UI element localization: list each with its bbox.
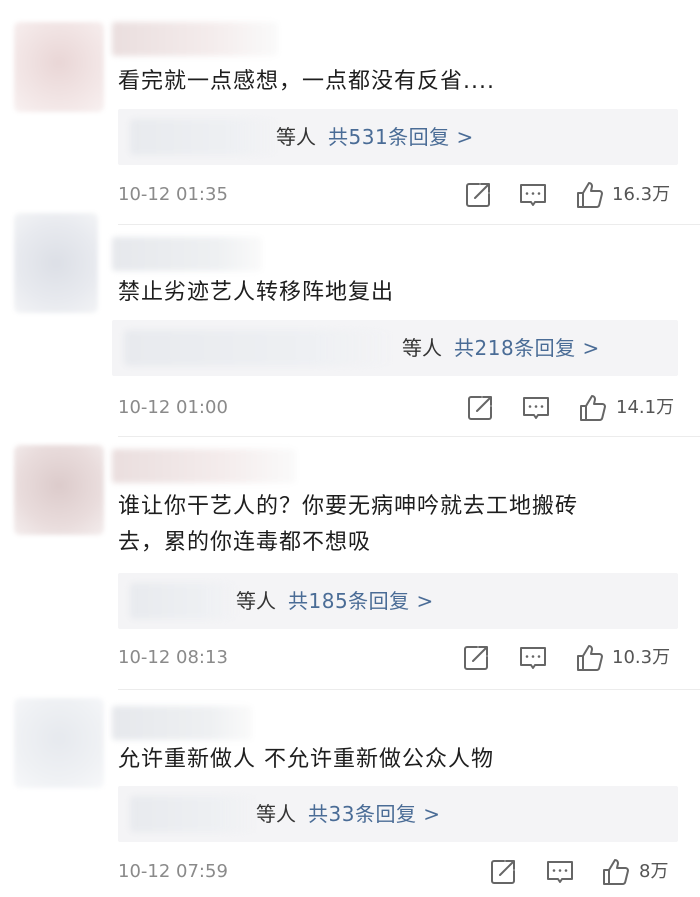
- comment-text: 允许重新做人 不允许重新做公众人物: [118, 747, 494, 772]
- username-blurred[interactable]: [112, 706, 252, 740]
- replies-summary[interactable]: 等人 共218条回复 >: [402, 320, 600, 376]
- comment-icon[interactable]: [518, 180, 548, 210]
- thumbs-up-icon[interactable]: [575, 180, 605, 210]
- username-blurred[interactable]: [112, 449, 296, 483]
- comment-text: 谁让你干艺人的？你要无病呻吟就去工地搬砖 去，累的你连毒都不想吸: [118, 489, 682, 561]
- thumbs-up-icon[interactable]: [575, 643, 605, 673]
- comment-meta: 10-12 01:35 16.3万: [118, 180, 680, 210]
- replies-suffix: 等人: [402, 336, 442, 360]
- comment-text: 禁止劣迹艺人转移阵地复出: [118, 280, 395, 305]
- like-count: 16.3万: [612, 184, 671, 205]
- comment-text-line: 谁让你干艺人的？你要无病呻吟就去工地搬砖: [118, 494, 579, 519]
- replies-summary[interactable]: 等人 共33条回复 >: [256, 786, 441, 842]
- share-icon[interactable]: [463, 180, 493, 210]
- replies-preview[interactable]: 等人 共218条回复 >: [112, 320, 678, 376]
- replies-preview[interactable]: 等人 共33条回复 >: [118, 786, 678, 842]
- share-icon[interactable]: [461, 643, 491, 673]
- username-blurred[interactable]: [112, 22, 278, 56]
- avatar[interactable]: [14, 445, 104, 535]
- username-blurred[interactable]: [112, 237, 262, 271]
- replies-suffix: 等人: [236, 589, 276, 613]
- like-count: 10.3万: [612, 647, 671, 668]
- view-replies-link[interactable]: 共531条回复 >: [328, 125, 474, 149]
- replier-names-blurred: [130, 119, 280, 155]
- timestamp: 10-12 01:00: [118, 397, 228, 418]
- comment-item: 允许重新做人 不允许重新做公众人物 等人 共33条回复 > 10-12 07:59…: [0, 690, 700, 897]
- share-icon[interactable]: [488, 857, 518, 887]
- replies-summary[interactable]: 等人 共531条回复 >: [276, 109, 474, 165]
- comment-text: 看完就一点感想，一点都没有反省....: [118, 69, 495, 94]
- replies-summary[interactable]: 等人 共185条回复 >: [236, 573, 434, 629]
- thumbs-up-icon[interactable]: [578, 393, 608, 423]
- timestamp: 10-12 08:13: [118, 647, 228, 668]
- comment-icon[interactable]: [521, 393, 551, 423]
- replies-preview[interactable]: 等人 共531条回复 >: [118, 109, 678, 165]
- share-icon[interactable]: [465, 393, 495, 423]
- comment-item: 谁让你干艺人的？你要无病呻吟就去工地搬砖 去，累的你连毒都不想吸 等人 共185条…: [0, 437, 700, 690]
- avatar[interactable]: [14, 213, 98, 313]
- comment-text-line: 去，累的你连毒都不想吸: [118, 530, 372, 555]
- timestamp: 10-12 07:59: [118, 861, 228, 882]
- replier-names-blurred: [130, 583, 238, 619]
- comment-icon[interactable]: [545, 857, 575, 887]
- replier-names-blurred: [124, 330, 394, 366]
- comment-item: 看完就一点感想，一点都没有反省.... 等人 共531条回复 > 10-12 01…: [0, 0, 700, 225]
- view-replies-link[interactable]: 共33条回复 >: [308, 802, 441, 826]
- comment-item: 禁止劣迹艺人转移阵地复出 等人 共218条回复 > 10-12 01:00 14.…: [0, 213, 700, 445]
- comment-icon[interactable]: [518, 643, 548, 673]
- like-count: 8万: [639, 861, 669, 882]
- replies-preview[interactable]: 等人 共185条回复 >: [118, 573, 678, 629]
- avatar[interactable]: [14, 698, 104, 788]
- view-replies-link[interactable]: 共218条回复 >: [454, 336, 600, 360]
- replier-names-blurred: [130, 796, 258, 832]
- comment-meta: 10-12 07:59 8万: [118, 857, 680, 887]
- timestamp: 10-12 01:35: [118, 184, 228, 205]
- replies-suffix: 等人: [276, 125, 316, 149]
- comment-meta: 10-12 08:13 10.3万: [118, 643, 680, 673]
- replies-suffix: 等人: [256, 802, 296, 826]
- like-count: 14.1万: [616, 397, 675, 418]
- comment-meta: 10-12 01:00 14.1万: [118, 393, 680, 423]
- avatar[interactable]: [14, 22, 104, 112]
- thumbs-up-icon[interactable]: [601, 857, 631, 887]
- view-replies-link[interactable]: 共185条回复 >: [288, 589, 434, 613]
